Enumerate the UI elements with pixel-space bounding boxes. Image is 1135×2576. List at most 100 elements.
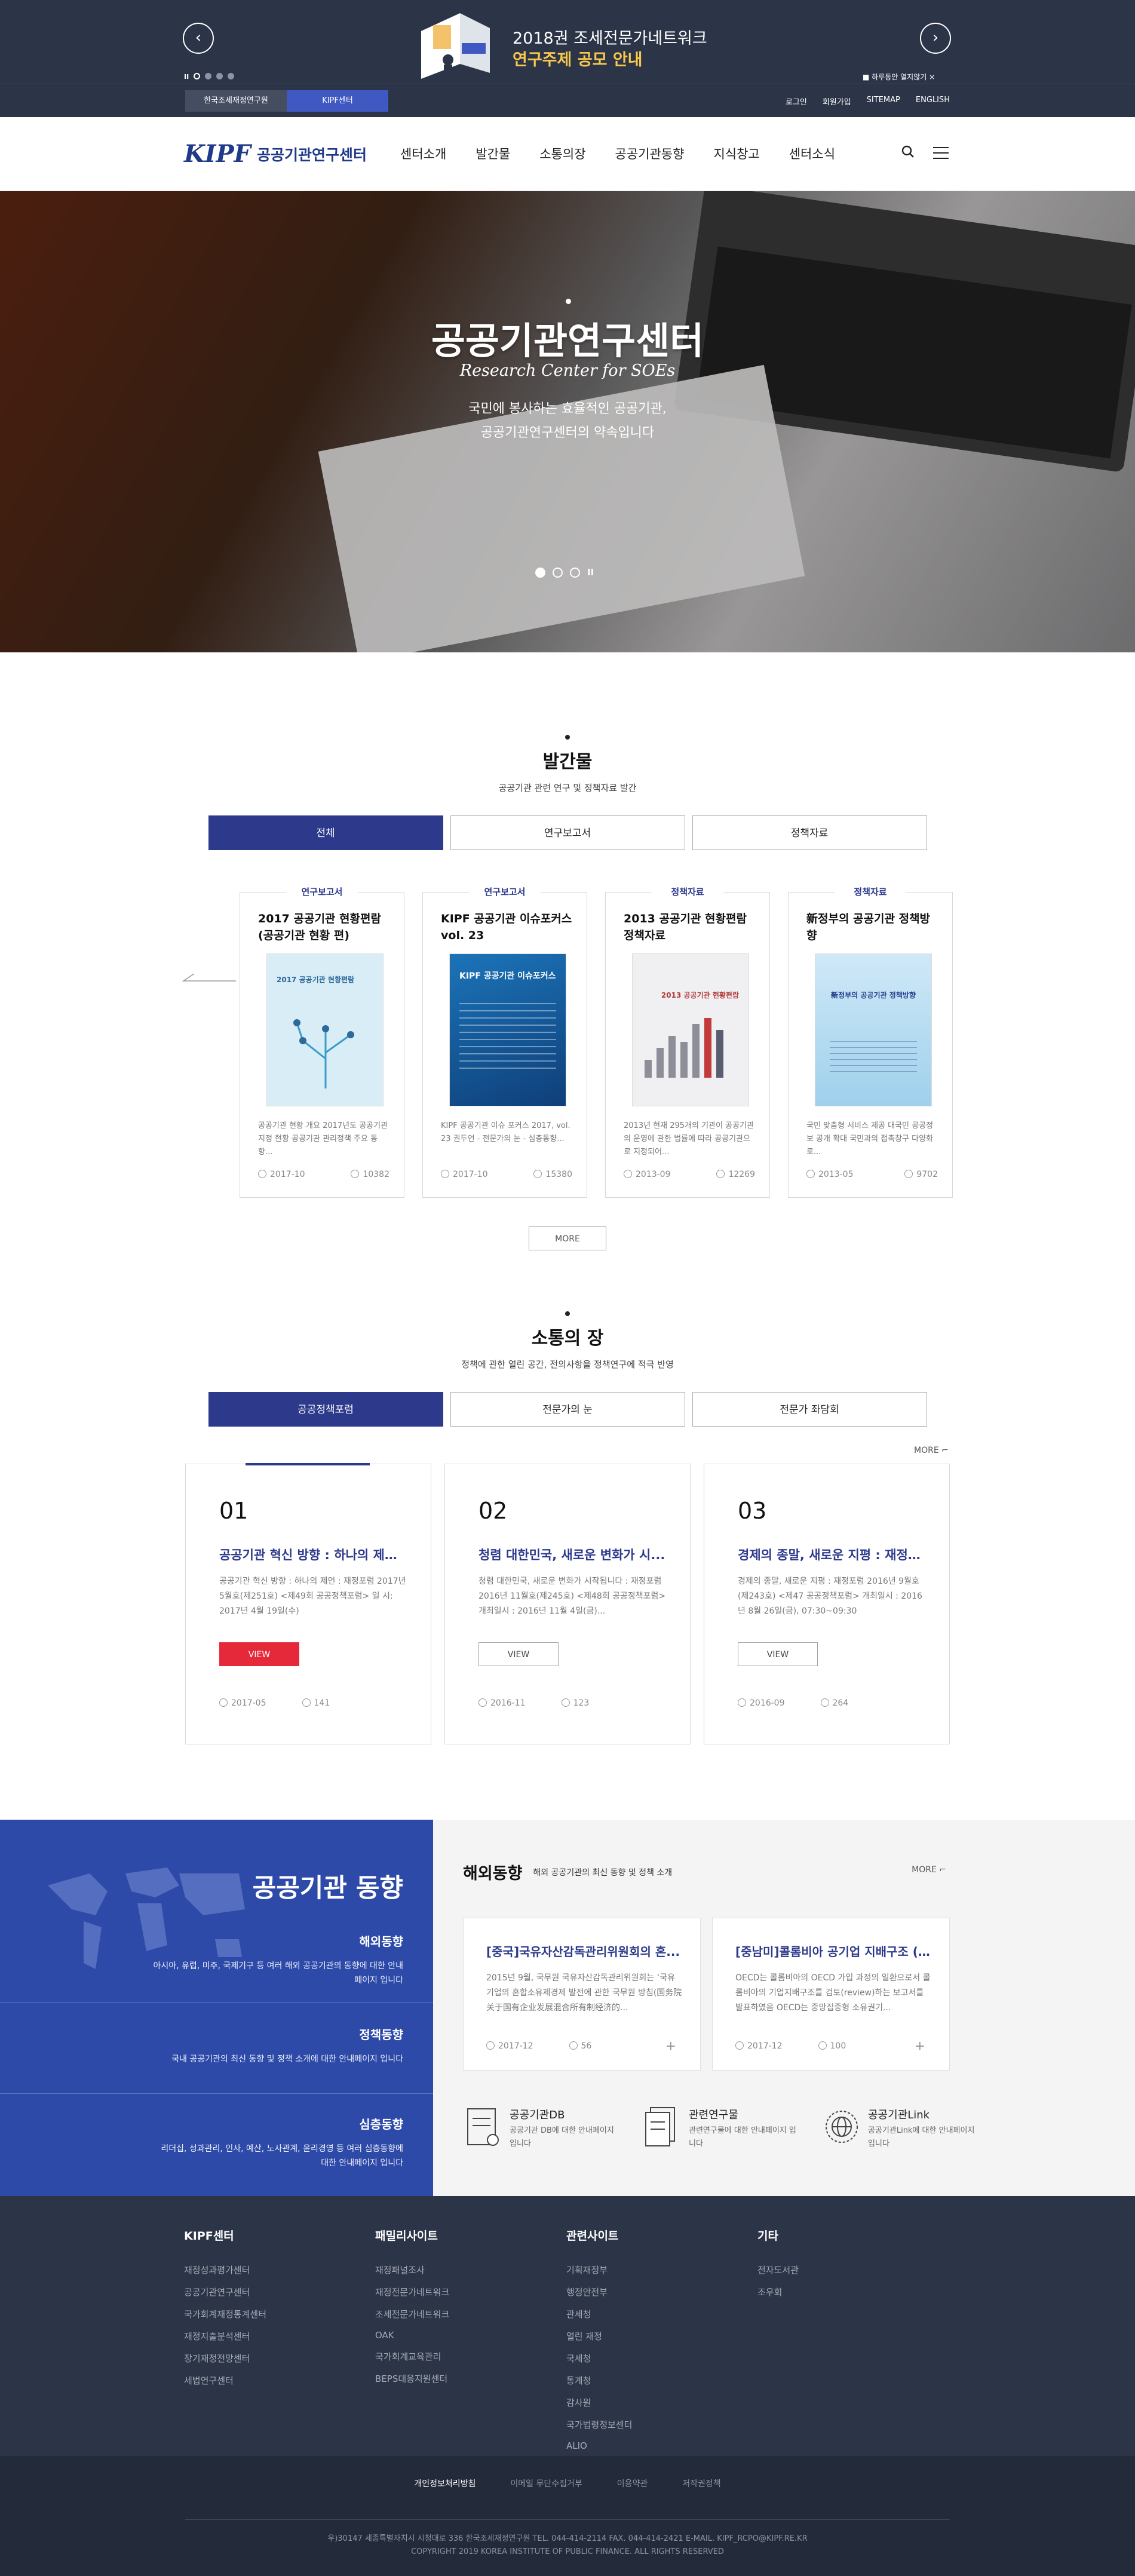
tab-roundtable[interactable]: 전문가 좌담회	[692, 1392, 927, 1427]
communication-more-link[interactable]: MORE ⌐	[914, 1446, 949, 1455]
site-tab-kipf[interactable]: 한국조세재정연구원	[185, 90, 287, 112]
promo-pause-button[interactable]: II	[184, 73, 189, 81]
forum-card[interactable]: 02 청렴 대한민국, 새로운 변화가 시... 청렴 대한민국, 새로운 변화…	[444, 1464, 691, 1744]
carousel-prev-icon[interactable]	[182, 973, 236, 982]
view-button[interactable]: VIEW	[219, 1642, 299, 1666]
menu-icon[interactable]	[933, 147, 949, 163]
footer-link[interactable]: 재정성과평가센터	[184, 2264, 375, 2276]
trend-item-overseas[interactable]: 해외동향 아시아, 유럽, 미주, 국제기구 등 여러 해외 공공기관의 동향에 …	[152, 1932, 404, 1988]
publication-card[interactable]: 연구보고서 KIPF 공공기관 이슈포커스 vol. 23 KIPF 공공기관 …	[422, 885, 587, 1198]
trends-section: 공공기관 동향 해외동향 아시아, 유럽, 미주, 국제기구 등 여러 해외 공공…	[0, 1820, 1135, 2196]
eye-icon	[716, 1170, 725, 1178]
view-button[interactable]: VIEW	[478, 1642, 559, 1666]
view-button[interactable]: VIEW	[738, 1642, 818, 1666]
card-title: 공공기관 혁신 방향 : 하나의 제언...	[219, 1548, 407, 1562]
tab-all[interactable]: 전체	[208, 815, 443, 850]
promo-banner: ‹ II 2018권 조세전문가네트워크 연구주제 공모 안내 ■ 하루동안 열…	[0, 0, 1135, 84]
promo-dot[interactable]	[205, 73, 212, 79]
footer-link[interactable]: 조우회	[757, 2286, 949, 2298]
hero-pause-button[interactable]: II	[587, 568, 594, 578]
plus-icon[interactable]: +	[915, 2039, 925, 2054]
signup-link[interactable]: 회원가입	[823, 96, 851, 107]
site-logo[interactable]: KIPF 공공기관연구센터	[184, 140, 367, 168]
communication-cards: 01 공공기관 혁신 방향 : 하나의 제언... 공공기관 혁신 방향 : 하…	[185, 1463, 950, 1744]
hero-dot-button[interactable]	[553, 568, 563, 578]
nav-item-communication[interactable]: 소통의장	[539, 145, 585, 162]
nav-item-news[interactable]: 센터소식	[789, 145, 835, 162]
email-policy-link[interactable]: 이메일 무단수집거부	[510, 2477, 582, 2489]
trend-item-deep[interactable]: 심층동향 리더십, 성과관리, 인사, 예산, 노사관계, 윤리경영 등 여러 심…	[152, 2115, 403, 2170]
trend-item-label: 심층동향	[359, 2117, 403, 2132]
footer-link[interactable]: 통계청	[566, 2374, 757, 2387]
service-desc: 공공기관 DB에 대한 안내페이지 입니다	[510, 2126, 614, 2148]
tab-forum[interactable]: 공공정책포럼	[208, 1392, 443, 1427]
forum-card[interactable]: 03 경제의 종말, 새로운 지평 : 재정포... 경제의 종말, 새로운 지…	[704, 1464, 950, 1744]
tab-expert-eye[interactable]: 전문가의 눈	[450, 1392, 685, 1427]
sitemap-link[interactable]: SITEMAP	[867, 96, 900, 107]
footer-link[interactable]: 국가법령정보센터	[566, 2418, 757, 2431]
hero-dot-button[interactable]	[535, 568, 545, 578]
search-icon[interactable]	[901, 145, 915, 162]
communication-section: 소통의 장 정책에 관한 열린 공간, 전의사항을 정책연구에 적극 반영 공공…	[0, 1311, 1135, 1744]
footer-link[interactable]: 행정안전부	[566, 2286, 757, 2298]
site-tab-center[interactable]: KIPF센터	[287, 90, 388, 112]
news-card[interactable]: [중남미]콜롬비아 공기업 지배구조 (1... OECD는 콜롬비아의 OEC…	[712, 1918, 950, 2071]
card-title: 경제의 종말, 새로운 지평 : 재정포...	[738, 1548, 925, 1562]
terms-link[interactable]: 이용약관	[617, 2477, 648, 2489]
promo-dismiss[interactable]: ■ 하루동안 열지않기 ×	[863, 72, 935, 82]
service-link[interactable]: 공공기관Link 공공기관Link에 대한 안내페이지 입니다	[821, 2103, 977, 2157]
footer-link[interactable]: 국가회계재정통계센터	[184, 2308, 375, 2320]
news-card[interactable]: [중국]국유자산감독관리위원회의 혼... 2015년 9월, 국무원 국유자산…	[463, 1918, 701, 2071]
hero-dot-button[interactable]	[570, 568, 580, 578]
footer-link[interactable]: ALIO	[566, 2440, 757, 2451]
nav-item-publications[interactable]: 발간물	[476, 145, 510, 162]
publications-more-button[interactable]: MORE	[529, 1226, 606, 1250]
promo-close-icon[interactable]: ×	[929, 73, 935, 81]
english-link[interactable]: ENGLISH	[916, 96, 950, 107]
trends-sidebar: 공공기관 동향 해외동향 아시아, 유럽, 미주, 국제기구 등 여러 해외 공공…	[0, 1820, 433, 2196]
trend-item-policy[interactable]: 정책동향 국내 공공기관의 최신 동향 및 정책 소개에 대한 안내페이지 입니다	[152, 2025, 403, 2066]
footer-policy-links: 개인정보처리방침 이메일 무단수집거부 이용약관 저작권정책	[0, 2477, 1135, 2489]
footer-link[interactable]: 재정지출분석센터	[184, 2330, 375, 2342]
footer-link[interactable]: 관세청	[566, 2308, 757, 2320]
login-link[interactable]: 로그인	[786, 96, 807, 107]
promo-next-button[interactable]: ›	[920, 23, 951, 54]
footer-link[interactable]: OAK	[375, 2330, 566, 2341]
footer-link[interactable]: 전자도서관	[757, 2264, 949, 2276]
footer-link[interactable]: 국세청	[566, 2352, 757, 2365]
tab-reports[interactable]: 연구보고서	[450, 815, 685, 850]
footer-link[interactable]: 국가회계교육관리	[375, 2350, 566, 2363]
copyright-policy-link[interactable]: 저작권정책	[682, 2477, 720, 2489]
section-title: 소통의 장	[531, 1328, 604, 1349]
footer-column-title: 기타	[757, 2230, 778, 2243]
footer-link[interactable]: 조세전문가네트워크	[375, 2308, 566, 2320]
promo-dot[interactable]	[228, 73, 235, 79]
footer-link[interactable]: 세법연구센터	[184, 2374, 375, 2387]
privacy-link[interactable]: 개인정보처리방침	[414, 2477, 476, 2489]
footer-link[interactable]: 공공기관연구센터	[184, 2286, 375, 2298]
clock-icon	[738, 1698, 746, 1707]
forum-card[interactable]: 01 공공기관 혁신 방향 : 하나의 제언... 공공기관 혁신 방향 : 하…	[185, 1463, 431, 1744]
footer-link[interactable]: 장기재정전망센터	[184, 2352, 375, 2365]
footer-link[interactable]: 기획재정부	[566, 2264, 757, 2276]
promo-dot[interactable]	[194, 73, 201, 79]
overseas-more-link[interactable]: MORE ⌐	[912, 1865, 946, 1875]
publication-card[interactable]: 정책자료 2013 공공기관 현황편람 정책자료 2013 공공기관 현황편람 …	[605, 885, 770, 1198]
tab-policy[interactable]: 정책자료	[692, 815, 927, 850]
nav-item-knowledge[interactable]: 지식창고	[713, 145, 759, 162]
service-db[interactable]: 공공기관DB 공공기관 DB에 대한 안내페이지 입니다	[463, 2103, 618, 2157]
service-research[interactable]: 관련연구물 관련연구물에 대한 안내페이지 입니다	[642, 2103, 797, 2157]
footer-link[interactable]: BEPS대응지원센터	[375, 2372, 566, 2385]
footer-link[interactable]: 재정패널조사	[375, 2264, 566, 2276]
publication-card[interactable]: 정책자료 新정부의 공공기관 정책방향 新정부의 공공기관 정책방향 국민 맞춤…	[788, 885, 953, 1198]
promo-prev-button[interactable]: ‹	[183, 23, 214, 54]
publication-card[interactable]: 연구보고서 2017 공공기관 현황편람 (공공기관 현황 편) 2017 공공…	[240, 885, 404, 1198]
footer-link[interactable]: 재정전문가네트워크	[375, 2286, 566, 2298]
footer-link[interactable]: 열린 재정	[566, 2330, 757, 2342]
footer-link[interactable]: 감사원	[566, 2396, 757, 2409]
clock-icon	[806, 1170, 815, 1178]
promo-dot[interactable]	[216, 73, 223, 79]
nav-item-about[interactable]: 센터소개	[400, 145, 446, 162]
plus-icon[interactable]: +	[665, 2039, 676, 2054]
nav-item-trends[interactable]: 공공기관동향	[615, 145, 685, 162]
